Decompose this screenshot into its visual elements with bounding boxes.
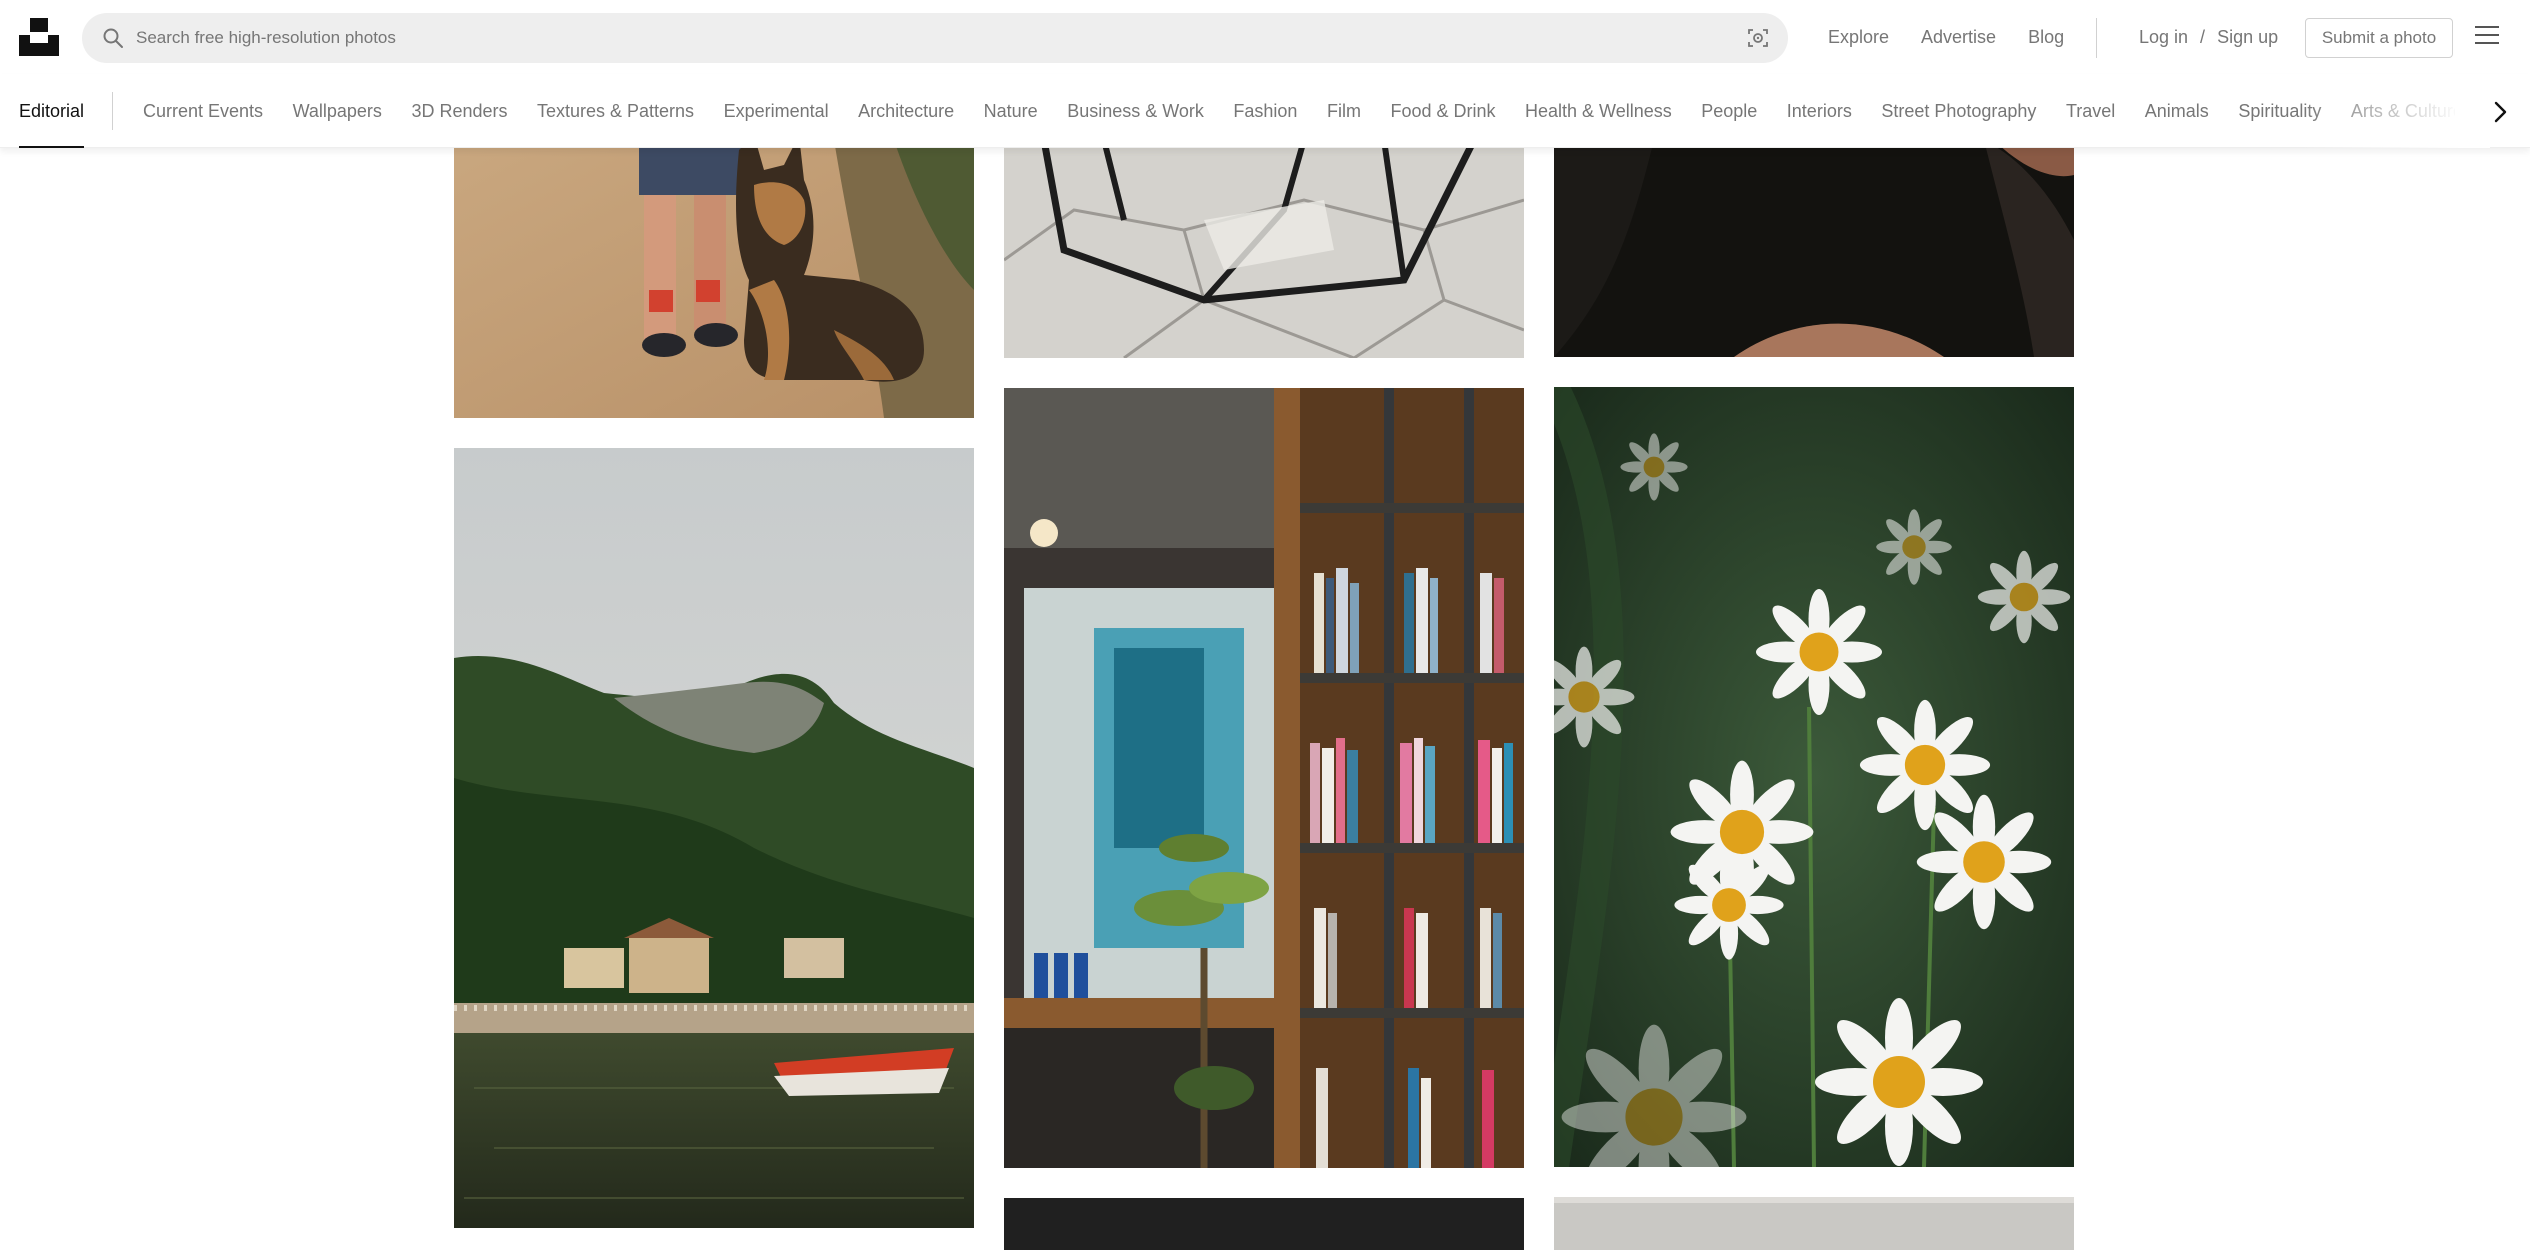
photo-lake-mountains-boat[interactable]: [454, 448, 974, 1228]
signup-link[interactable]: Sign up: [2217, 27, 2278, 48]
auth-links: Log in / Sign up: [2139, 0, 2278, 74]
auth-separator: /: [2200, 26, 2206, 47]
tab-people[interactable]: People: [1701, 101, 1757, 122]
tab-editorial[interactable]: Editorial: [19, 74, 85, 148]
visual-search-icon[interactable]: [1746, 26, 1770, 50]
tab-experimental[interactable]: Experimental: [724, 101, 829, 122]
blog-link[interactable]: Blog: [2028, 27, 2064, 48]
tab-3d-renders[interactable]: 3D Renders: [411, 101, 507, 122]
tab-wallpapers[interactable]: Wallpapers: [293, 101, 382, 122]
hamburger-menu-icon[interactable]: [2475, 26, 2499, 48]
search-bar: [82, 13, 1788, 63]
search-input[interactable]: [136, 13, 1696, 63]
explore-link[interactable]: Explore: [1828, 27, 1889, 48]
photo-hexagon-tiles-table[interactable]: [1004, 140, 1524, 358]
tab-nature[interactable]: Nature: [984, 101, 1038, 122]
tab-divider: [112, 92, 113, 130]
photo-light-partial[interactable]: [1554, 1197, 2074, 1250]
photo-dark-portrait[interactable]: [1554, 140, 2074, 357]
tab-architecture[interactable]: Architecture: [858, 101, 954, 122]
advertise-link[interactable]: Advertise: [1921, 27, 1996, 48]
unsplash-logo-icon[interactable]: [19, 18, 59, 56]
tab-business-work[interactable]: Business & Work: [1067, 101, 1204, 122]
tab-street-photography[interactable]: Street Photography: [1881, 101, 2036, 122]
tab-spirituality[interactable]: Spirituality: [2238, 101, 2321, 122]
tab-arts-culture[interactable]: Arts & Culture: [2351, 101, 2455, 122]
tab-health-wellness[interactable]: Health & Wellness: [1525, 101, 1672, 122]
tab-travel[interactable]: Travel: [2066, 101, 2115, 122]
tab-animals[interactable]: Animals: [2145, 101, 2209, 122]
tab-current-events[interactable]: Current Events: [143, 101, 263, 122]
tab-textures-patterns[interactable]: Textures & Patterns: [537, 101, 694, 122]
tab-interiors[interactable]: Interiors: [1787, 101, 1852, 122]
chevron-right-icon[interactable]: [2486, 98, 2514, 126]
category-nav: Editorial Current Events Wallpapers 3D R…: [0, 74, 2530, 148]
nav-divider: [2096, 18, 2097, 58]
tab-film[interactable]: Film: [1327, 101, 1361, 122]
tab-food-drink[interactable]: Food & Drink: [1390, 101, 1495, 122]
top-navigation: Explore Advertise Blog Log in / Sign up …: [0, 0, 2530, 74]
search-icon[interactable]: [102, 27, 124, 49]
photo-person-with-dog[interactable]: [454, 140, 974, 418]
photo-dark-partial[interactable]: [1004, 1198, 1524, 1250]
main-nav: Explore Advertise Blog: [1828, 0, 2096, 74]
submit-photo-button[interactable]: Submit a photo: [2305, 18, 2453, 58]
photo-daisies[interactable]: [1554, 387, 2074, 1167]
category-tabs: Current Events Wallpapers 3D Renders Tex…: [143, 74, 2455, 148]
photo-bookshelf-interior[interactable]: [1004, 388, 1524, 1168]
login-link[interactable]: Log in: [2139, 27, 2188, 48]
tab-fashion[interactable]: Fashion: [1233, 101, 1297, 122]
